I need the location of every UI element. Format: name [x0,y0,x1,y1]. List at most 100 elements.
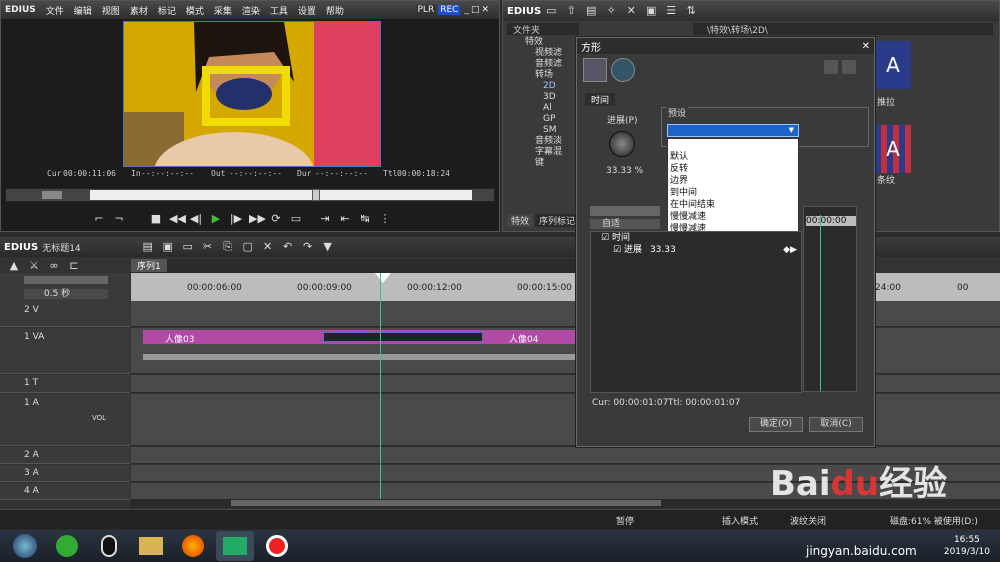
track-head-2a[interactable]: 2 A [0,447,130,464]
up-icon[interactable]: ⇧ [564,4,578,18]
tab-effects[interactable]: 特效 [507,214,534,227]
position-slider[interactable] [5,188,495,202]
effect-icon[interactable]: ✧ [604,4,618,18]
menu-view[interactable]: 视图 [102,4,120,17]
preset-option-slow-decel-1[interactable]: 慢慢减速 [668,211,798,223]
replace-icon[interactable]: ↹ [358,212,372,226]
menu-clip[interactable]: 素材 [130,4,148,17]
rec-toggle[interactable]: REC [438,5,461,15]
menu-edit[interactable]: 编辑 [74,4,92,17]
taskbar-app-1[interactable] [48,531,86,561]
menu-tools[interactable]: 工具 [270,4,288,17]
rewind-icon[interactable]: ◀◀ [169,212,186,226]
playhead-marker[interactable] [375,273,391,283]
sort-icon[interactable]: ⇅ [684,4,698,18]
keyframe-graph[interactable]: 00:00:00 [803,206,857,392]
dialog-close-icon[interactable]: ✕ [862,41,870,52]
tab-time[interactable]: 时间 [585,93,616,106]
taskbar-app-qq[interactable] [90,531,128,561]
snap-icon[interactable]: ⊏ [67,259,81,273]
cut-icon[interactable]: ✂ [201,240,215,254]
insert-icon[interactable]: ⇥ [318,212,332,226]
taskbar-app-edius[interactable] [216,531,254,561]
transition-block[interactable] [323,332,483,342]
output-icon[interactable]: ▭ [289,212,303,226]
dropdown-arrow-icon[interactable]: ▼ [789,126,794,134]
new-sequence-icon[interactable]: ▤ [141,240,155,254]
tree-row-progress[interactable]: ☑ 进展 33.33 ◆▶ [591,244,801,256]
taskbar-app-firefox[interactable] [174,531,212,561]
tree-row-time[interactable]: ☑ 时间 [591,232,801,244]
preset-option-reverse[interactable]: 反转 [668,163,798,175]
tree-icon[interactable]: ▤ [584,4,598,18]
properties-icon[interactable]: ▣ [644,4,658,18]
zoom-select[interactable]: 0.5 秒 [24,289,108,299]
ok-button[interactable]: 确定(O) [749,417,803,432]
slider-control[interactable] [590,206,660,216]
preset-option-border[interactable]: 边界 [668,175,798,187]
loop-icon[interactable]: ⟳ [269,212,283,226]
zoom-slider[interactable] [24,276,108,284]
menu-mode[interactable]: 模式 [186,4,204,17]
auto-select[interactable]: 自适 [590,219,660,229]
save-icon[interactable]: ▣ [161,240,175,254]
more-icon[interactable]: ⋮ [378,212,392,226]
preset-option-default[interactable]: 默认 [668,151,798,163]
open-icon[interactable]: ▭ [181,240,195,254]
plr-toggle[interactable]: PLR [415,5,437,15]
tab-sequence[interactable]: 序列1 [131,259,167,272]
cancel-button[interactable]: 取消(C) [809,417,863,432]
tab-sequence-markers[interactable]: 序列标记 [535,214,580,227]
undo-icon[interactable]: ↶ [281,240,295,254]
preset-option-to-middle[interactable]: 到中间 [668,187,798,199]
delete-icon[interactable]: ✕ [624,4,638,18]
track-head-3a[interactable]: 3 A [0,465,130,482]
paste-icon[interactable]: ▢ [241,240,255,254]
start-button[interactable] [6,531,44,561]
track-head-2v[interactable]: 2 V [0,301,130,327]
track-head-1t[interactable]: 1 T [0,375,130,393]
link-icon[interactable]: ∞ [47,259,61,273]
minimize-icon[interactable]: _ [464,5,469,15]
clip-1[interactable]: 人像03 人像04 [143,330,576,345]
ripple-delete-icon[interactable]: ✕ [261,240,275,254]
progress-knob[interactable] [609,131,635,157]
step-back-icon[interactable]: ◀| [189,212,203,226]
redo-dialog-icon[interactable] [842,60,856,74]
track-head-1va[interactable]: 1 VA [0,328,130,374]
overwrite-icon[interactable]: ⇤ [338,212,352,226]
seek-handle[interactable] [312,189,320,201]
menu-help[interactable]: 帮助 [326,4,344,17]
set-out-icon[interactable]: ¬ [112,212,126,226]
play-icon[interactable]: ▶ [209,212,223,226]
menu-settings[interactable]: 设置 [298,4,316,17]
redo-icon[interactable]: ↷ [301,240,315,254]
clock-icon[interactable] [611,58,635,82]
track-head-4a[interactable]: 4 A [0,483,130,500]
clock[interactable]: 16:55 2019/3/10 [944,534,990,558]
keyframe-nav-icon[interactable]: ◆▶ [783,244,797,256]
fast-forward-icon[interactable]: ▶▶ [249,212,266,226]
taskbar-app-explorer[interactable] [132,531,170,561]
close-icon[interactable]: ✕ [481,5,489,15]
add-marker-icon[interactable]: ▼ [321,240,335,254]
menu-file[interactable]: 文件 [46,4,64,17]
copy-icon[interactable]: ⎘ [221,240,235,254]
transition-thumbnail-2[interactable]: A [875,125,911,173]
step-forward-icon[interactable]: |▶ [229,212,243,226]
preset-select[interactable]: ▼ [667,124,799,137]
track-head-1a[interactable]: 1 A VOL [0,394,130,446]
stop-icon[interactable]: ■ [149,212,163,226]
folder-icon[interactable]: ▭ [544,4,558,18]
undo-dialog-icon[interactable] [824,60,838,74]
seek-bar[interactable] [90,190,472,200]
sync-icon[interactable]: ▲ [7,259,21,273]
maximize-icon[interactable]: □ [471,5,480,15]
menu-capture[interactable]: 采集 [214,4,232,17]
taskbar-app-recorder[interactable] [258,531,296,561]
scroll-thumb[interactable] [231,500,661,506]
preset-option-end-middle[interactable]: 在中间结束 [668,199,798,211]
split-icon[interactable]: ⚔ [27,259,41,273]
palette-icon[interactable] [583,58,607,82]
shuttle-handle[interactable] [42,191,62,199]
